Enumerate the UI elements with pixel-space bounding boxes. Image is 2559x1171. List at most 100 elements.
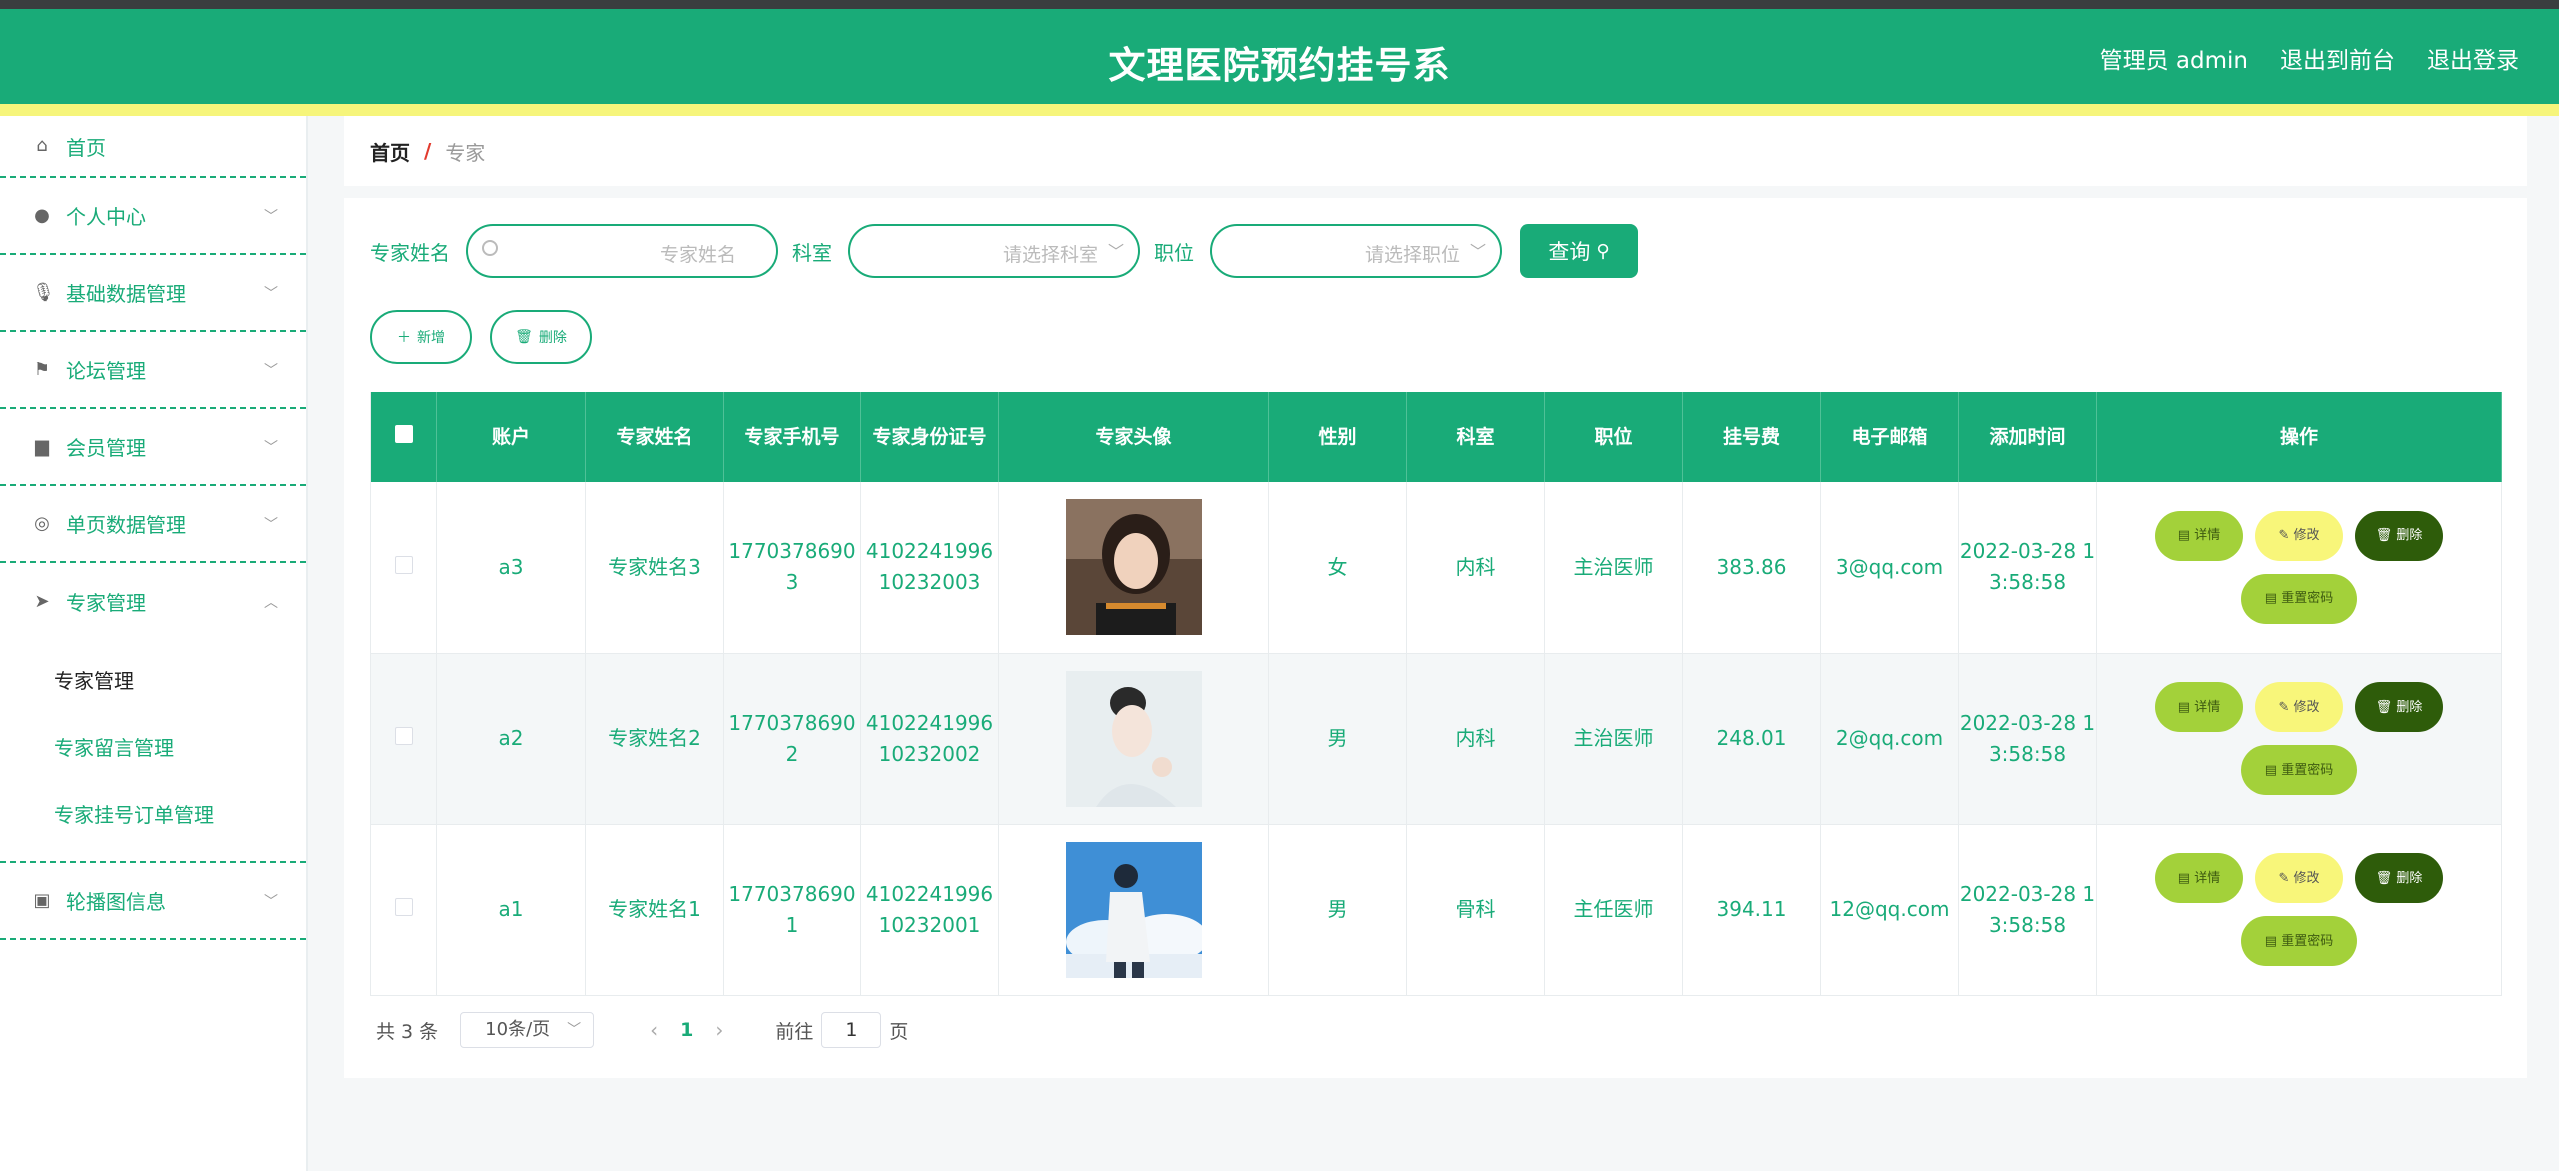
edit-label: 修改 [2293,528,2320,544]
cell-account: a1 [436,824,586,995]
doc-icon: ▤ [2177,870,2195,886]
cell-phone: 17703786902 [723,653,861,824]
pencil-icon: ✎ [2278,870,2294,886]
prev-page-icon[interactable]: ‹ [650,1018,658,1042]
cell-time: 2022-03-28 13:58:58 [1958,653,2097,824]
expert-name-input[interactable]: 专家姓名 [466,224,778,278]
total-count: 共 3 条 [376,1020,439,1043]
cell-position: 主治医师 [1544,482,1683,653]
admin-user-link[interactable]: 管理员 admin [2100,41,2248,75]
cell-avatar [998,653,1269,824]
row-select-cell [370,824,437,995]
edit-button[interactable]: ✎ 修改 [2255,510,2343,561]
add-label: 新增 [417,330,445,346]
edit-button[interactable]: ✎ 修改 [2255,682,2343,732]
search-row: 专家姓名 专家姓名 科室 请选择科室 ﹀ 职位 请选择职位 ﹀ 查询 ⚲ [370,224,1638,278]
select-all-checkbox[interactable] [394,425,413,443]
cell-phone: 17703786903 [723,482,861,653]
submenu-expert-messages[interactable]: 专家留言管理 [0,715,306,782]
sidebar-item-label: 专家管理 [66,591,146,615]
home-icon: ⌂ [36,135,48,156]
avatar[interactable] [1065,670,1202,807]
plus-icon: ＋ [397,330,411,346]
detail-button[interactable]: ▤ 详情 [2155,853,2243,903]
sidebar-item-label: 基础数据管理 [66,282,186,306]
next-page-icon[interactable]: › [715,1018,723,1042]
goto-page-input[interactable]: 1 [821,1012,882,1048]
dept-select[interactable]: 请选择科室 ﹀ [848,224,1140,278]
reset-label: 重置密码 [2281,591,2334,607]
col-time[interactable]: 添加时间 [1958,392,2097,482]
breadcrumb-home[interactable]: 首页 [370,137,410,166]
logout-link[interactable]: 退出登录 [2427,41,2519,75]
sidebar-item-personal[interactable]: ● 个人中心 ﹀ [0,178,306,255]
cell-position: 主任医师 [1544,824,1683,995]
col-account[interactable]: 账户 [436,392,586,482]
edit-label: 修改 [2293,699,2320,715]
page-unit: 页 [889,1020,909,1043]
col-name[interactable]: 专家姓名 [585,392,724,482]
page-size-select[interactable]: 10条/页 ﹀ [460,1012,595,1048]
chevron-down-icon: ﹀ [264,516,278,533]
trash-icon: 🗑 [2375,870,2397,886]
col-fee[interactable]: 挂号费 [1682,392,1821,482]
sidebar-item-single-page[interactable]: ◎ 单页数据管理 ﹀ [0,486,306,563]
col-position[interactable]: 职位 [1544,392,1683,482]
cell-ops: ▤ 详情 ✎ 修改 🗑 删除 ▤ 重置密码 [2096,482,2502,653]
chevron-down-icon: ﹀ [264,362,278,379]
bulk-delete-button[interactable]: 🗑 删除 [490,310,592,364]
submenu-expert-manage[interactable]: 专家管理 [0,648,306,715]
sidebar-item-experts[interactable]: ➤ 专家管理 ︿ [0,563,306,640]
sidebar-item-label: 轮播图信息 [66,890,166,914]
cell-fee: 394.11 [1682,824,1821,995]
page-number[interactable]: 1 [680,1019,693,1041]
delete-button[interactable]: 🗑 删除 [2355,853,2443,903]
sidebar-item-basic-data[interactable]: 🎙 基础数据管理 ﹀ [0,255,306,332]
name-label: 专家姓名 [370,240,450,265]
col-idcard[interactable]: 专家身份证号 [860,392,999,482]
cell-gender: 男 [1268,653,1407,824]
sidebar-item-home[interactable]: ⌂ 首页 [0,116,306,178]
col-gender[interactable]: 性别 [1268,392,1407,482]
back-to-front-link[interactable]: 退出到前台 [2280,41,2395,75]
delete-label: 删除 [2396,870,2423,886]
detail-button[interactable]: ▤ 详情 [2155,510,2243,561]
sidebar-item-carousel[interactable]: ▣ 轮播图信息 ﹀ [0,863,306,940]
reset-label: 重置密码 [2281,762,2334,778]
edit-button[interactable]: ✎ 修改 [2255,853,2343,903]
row-checkbox[interactable] [394,727,413,745]
goto-label: 前往 [775,1020,814,1043]
cell-avatar [998,482,1269,653]
avatar[interactable] [1065,841,1202,978]
cell-dept: 内科 [1406,482,1545,653]
reset-password-button[interactable]: ▤ 重置密码 [2241,745,2357,795]
sidebar-item-members[interactable]: ▆ 会员管理 ﹀ [0,409,306,486]
sidebar: ⌂ 首页 ● 个人中心 ﹀ 🎙 基础数据管理 ﹀ ⚑ 论坛管理 ﹀ ▆ 会员管理… [0,116,308,1171]
col-avatar[interactable]: 专家头像 [998,392,1269,482]
submenu-expert-orders[interactable]: 专家挂号订单管理 [0,782,306,849]
delete-button[interactable]: 🗑 删除 [2355,682,2443,732]
col-email[interactable]: 电子邮箱 [1820,392,1959,482]
reset-password-button[interactable]: ▤ 重置密码 [2241,573,2357,624]
row-checkbox[interactable] [394,555,413,574]
sidebar-item-forum[interactable]: ⚑ 论坛管理 ﹀ [0,332,306,409]
sidebar-item-label: 会员管理 [66,436,146,460]
reset-password-button[interactable]: ▤ 重置密码 [2241,916,2357,966]
chevron-down-icon: ﹀ [1469,242,1486,261]
col-dept[interactable]: 科室 [1406,392,1545,482]
cell-account: a3 [436,482,586,653]
detail-label: 详情 [2194,528,2221,544]
delete-button[interactable]: 🗑 删除 [2355,510,2443,561]
sidebar-item-label: 首页 [66,135,106,160]
detail-button[interactable]: ▤ 详情 [2155,682,2243,732]
chevron-down-icon: ﹀ [264,208,278,225]
row-checkbox[interactable] [394,898,413,916]
avatar[interactable] [1065,499,1202,636]
cell-fee: 248.01 [1682,653,1821,824]
col-ops: 操作 [2096,392,2502,482]
position-select[interactable]: 请选择职位 ﹀ [1210,224,1502,278]
query-button[interactable]: 查询 ⚲ [1520,224,1638,278]
add-button[interactable]: ＋ 新增 [370,310,472,364]
top-strip [0,0,2559,9]
col-phone[interactable]: 专家手机号 [723,392,861,482]
